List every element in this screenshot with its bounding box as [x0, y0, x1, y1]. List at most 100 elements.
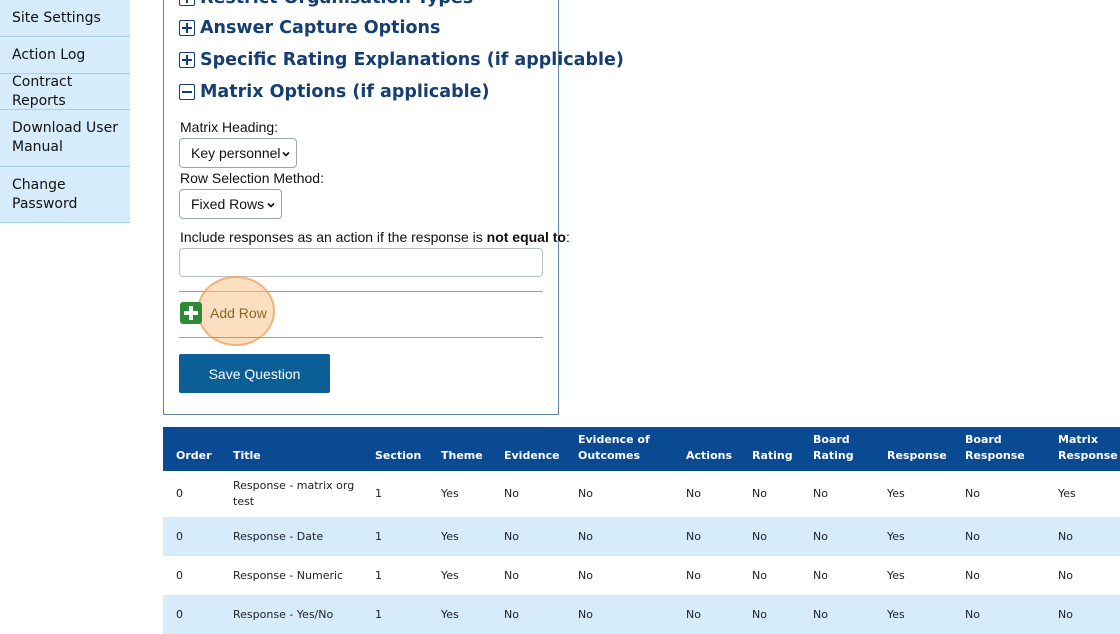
- sidebar-item-download-user-manual[interactable]: Download User Manual: [0, 110, 130, 167]
- column-header-line: Section: [375, 449, 422, 462]
- table-cell: No: [578, 530, 593, 543]
- table-cell: No: [1058, 608, 1073, 621]
- column-header-line: Matrix: [1058, 433, 1098, 446]
- table-cell: No: [578, 569, 593, 582]
- table-cell: No: [578, 608, 593, 621]
- column-header-line: Order: [176, 449, 212, 462]
- sidebar-item-label: Action Log: [12, 46, 86, 63]
- include-responses-label: Include responses as an action if the re…: [180, 229, 570, 245]
- sidebar-item-label: Site Settings: [12, 9, 101, 26]
- sidebar-item-label: Change Password: [12, 176, 78, 212]
- row-selection-label: Row Selection Method:: [180, 170, 324, 186]
- table-cell: 1: [375, 487, 382, 500]
- row-selection-select[interactable]: Fixed Rows: [179, 189, 282, 219]
- matrix-heading-value: Key personnel: [191, 145, 281, 161]
- sidebar-item-change-password[interactable]: Change Password: [0, 167, 130, 223]
- table-cell: Response - Numeric: [233, 569, 344, 582]
- table-cell: 0: [176, 530, 183, 543]
- section-answer-capture-options[interactable]: Answer Capture Options: [179, 18, 440, 38]
- table-cell: Response - Yes/No: [233, 608, 334, 621]
- table-cell: No: [686, 569, 701, 582]
- column-header-line: Response: [965, 449, 1025, 462]
- table-cell: Yes: [441, 569, 459, 582]
- table-cell: No: [752, 487, 767, 500]
- table-cell: 0: [176, 608, 183, 621]
- column-header: Actions: [686, 448, 732, 464]
- column-header-line: Evidence: [504, 449, 560, 462]
- table-header: Order Title Section Theme Evidence Evidence o…: [163, 427, 1120, 471]
- section-title: Matrix Options (if applicable): [200, 82, 490, 102]
- table-cell: Yes: [1058, 487, 1076, 500]
- add-plus-icon[interactable]: [180, 302, 202, 324]
- column-header: Title: [233, 448, 261, 464]
- table-row[interactable]: 0 Response - Date 1 Yes No No No No No Yes No No: [163, 517, 1120, 556]
- section-matrix-options[interactable]: Matrix Options (if applicable): [179, 82, 490, 102]
- table-cell: Yes: [887, 608, 905, 621]
- sidebar-item-action-log[interactable]: Action Log: [0, 37, 130, 74]
- column-header-line: Rating: [752, 449, 793, 462]
- table-cell: Yes: [441, 608, 459, 621]
- table-cell: 1: [375, 569, 382, 582]
- column-header-line: Actions: [686, 449, 732, 462]
- column-header-line: Evidence of: [578, 433, 650, 446]
- table-cell: Response - matrix org test: [233, 479, 355, 508]
- column-header: Rating: [752, 448, 793, 464]
- include-responses-input[interactable]: [179, 248, 543, 277]
- column-header: Matrix Response: [1058, 432, 1118, 464]
- section-restrict-organisation-types[interactable]: Restrict Organisation Types: [179, 0, 473, 8]
- table-cell: No: [965, 569, 980, 582]
- table-cell: No: [752, 608, 767, 621]
- matrix-heading-label: Matrix Heading:: [180, 119, 279, 135]
- table-cell: No: [578, 487, 593, 500]
- table-row[interactable]: 0 Response - matrix org test 1 Yes No No No No N…: [163, 471, 1120, 517]
- section-title: Restrict Organisation Types: [200, 0, 473, 8]
- column-header-line: Response: [887, 449, 947, 462]
- section-title: Answer Capture Options: [200, 18, 441, 38]
- sidebar-item-label: Download User Manual: [12, 120, 118, 155]
- table-cell: No: [504, 487, 519, 500]
- save-question-button[interactable]: Save Question: [179, 354, 330, 393]
- column-header: Board Response: [965, 432, 1025, 464]
- table-cell: No: [965, 487, 980, 500]
- column-header: Order: [176, 448, 212, 464]
- table-cell: Response - Date: [233, 530, 324, 543]
- table-cell: No: [813, 569, 828, 582]
- table-cell: No: [813, 530, 828, 543]
- add-row-link[interactable]: Add Row: [210, 305, 267, 321]
- expand-plus-icon: [179, 52, 195, 68]
- expand-plus-icon: [179, 20, 195, 36]
- table-row[interactable]: 0 Response - Numeric 1 Yes No No No No No Yes No No: [163, 556, 1120, 595]
- section-title: Specific Rating Explanations (if applica…: [200, 50, 624, 70]
- table-cell: Yes: [887, 569, 905, 582]
- table-cell: No: [1058, 569, 1073, 582]
- column-header-line: Board: [965, 433, 1002, 446]
- questions-table: Order Title Section Theme Evidence Evidence o…: [163, 427, 1120, 634]
- matrix-heading-select[interactable]: Key personnel: [179, 138, 297, 168]
- divider: [179, 337, 543, 338]
- column-header: Theme: [441, 448, 483, 464]
- column-header: Response: [887, 448, 947, 464]
- column-header-line: Board: [813, 433, 850, 446]
- table-cell: Yes: [441, 530, 459, 543]
- table-cell: No: [504, 530, 519, 543]
- column-header: Evidence of Outcomes: [578, 432, 650, 464]
- table-cell: No: [686, 487, 701, 500]
- table-cell: No: [813, 608, 828, 621]
- collapse-minus-icon: [179, 84, 195, 100]
- column-header-line: Response: [1058, 449, 1118, 462]
- table-cell: 0: [176, 487, 183, 500]
- column-header: Section: [375, 448, 421, 464]
- section-specific-rating-explanations[interactable]: Specific Rating Explanations (if applica…: [179, 50, 624, 70]
- sidebar-item-contract-reports[interactable]: Contract Reports: [0, 74, 130, 110]
- table-cell: No: [504, 608, 519, 621]
- table-cell: 1: [375, 608, 382, 621]
- row-selection-value: Fixed Rows: [191, 196, 265, 212]
- sidebar: Site Settings Action Log Contract Report…: [0, 0, 130, 223]
- chevron-down-icon: [282, 151, 290, 157]
- sidebar-item-site-settings[interactable]: Site Settings: [0, 0, 130, 37]
- table-row[interactable]: 0 Response - Yes/No 1 Yes No No No No No Yes No No: [163, 595, 1120, 634]
- sidebar-item-label: Contract Reports: [12, 73, 73, 109]
- column-header: Board Rating: [813, 432, 854, 464]
- column-header-line: Theme: [441, 449, 483, 462]
- table-cell: No: [686, 530, 701, 543]
